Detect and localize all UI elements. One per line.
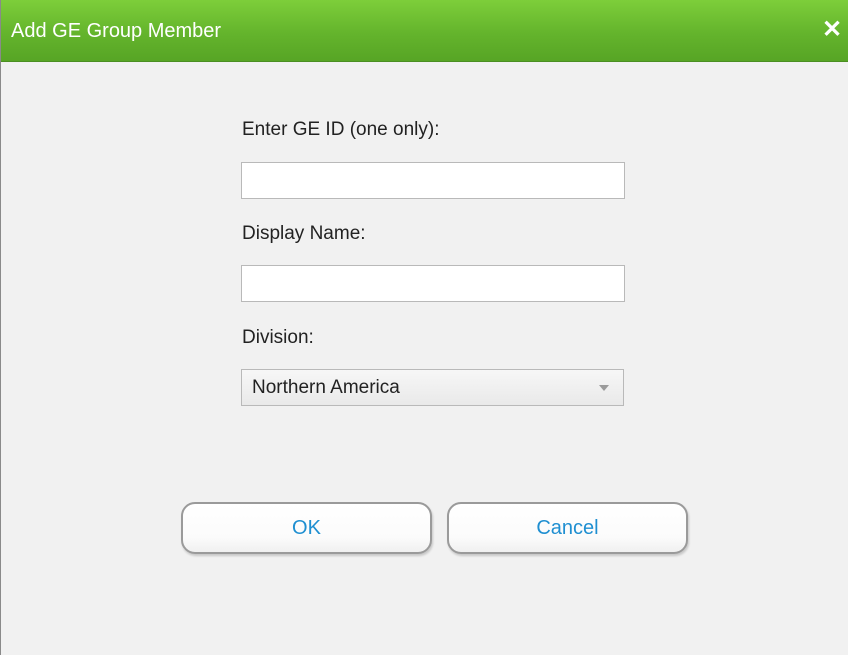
dialog-titlebar: Add GE Group Member ✕ (1, 0, 848, 62)
division-selected-value: Northern America (252, 377, 400, 398)
chevron-down-icon (585, 370, 623, 405)
close-icon[interactable]: ✕ (819, 14, 845, 44)
display-name-label: Display Name: (242, 223, 366, 244)
division-label: Division: (242, 327, 314, 348)
division-select[interactable]: Northern America (241, 369, 624, 406)
dialog-title: Add GE Group Member (11, 20, 222, 42)
add-member-dialog: Add GE Group Member ✕ Enter GE ID (one o… (0, 0, 848, 655)
display-name-input[interactable] (241, 265, 625, 302)
ge-id-input[interactable] (241, 162, 625, 199)
ge-id-label: Enter GE ID (one only): (242, 119, 440, 140)
ok-button[interactable]: OK (181, 502, 432, 554)
cancel-button[interactable]: Cancel (447, 502, 688, 554)
